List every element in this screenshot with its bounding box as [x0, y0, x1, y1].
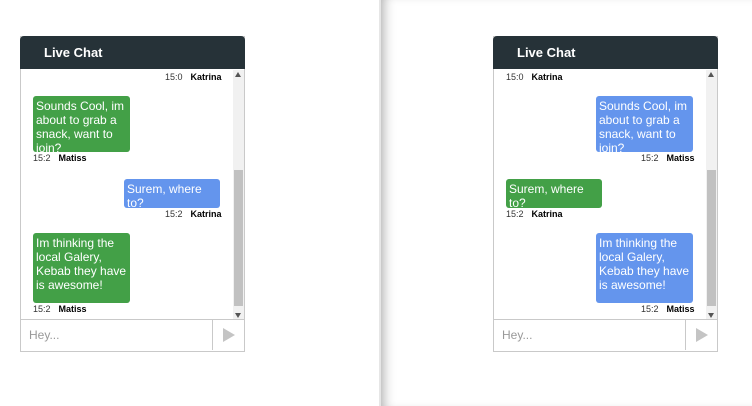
message-time: 15:0: [165, 72, 183, 82]
chat-title: Live Chat: [44, 45, 103, 60]
message-time: 15:2: [641, 153, 659, 163]
message-bubble-sent: Im thinking the local Galery, Kebab they…: [596, 233, 693, 303]
message-input[interactable]: [494, 320, 686, 350]
composer: [21, 319, 244, 351]
composer: [494, 319, 717, 351]
send-icon: [696, 328, 708, 342]
left-pane: Live Chat 15:0 Katrina Sounds Cool, im ab…: [0, 0, 379, 406]
message-sender: Katrina: [531, 209, 563, 219]
message-meta: 15:2 Katrina: [165, 209, 222, 219]
right-pane: Live Chat 15:0 Katrina Sounds Cool, im ab…: [381, 0, 752, 406]
message-bubble-received: Sounds Cool, im about to grab a snack, w…: [33, 96, 130, 155]
scroll-up-icon[interactable]: [708, 72, 714, 77]
message-sender: Matiss: [58, 304, 87, 314]
scroll-down-icon[interactable]: [235, 313, 241, 318]
scrollbar-thumb[interactable]: [234, 170, 243, 306]
message-meta: 15:0 Katrina: [506, 72, 563, 82]
chat-title: Live Chat: [517, 45, 576, 60]
send-icon: [223, 328, 235, 342]
scroll-down-icon[interactable]: [708, 313, 714, 318]
scroll-up-icon[interactable]: [235, 72, 241, 77]
message-sender: Matiss: [666, 304, 695, 314]
message-list[interactable]: 15:0 Katrina Sounds Cool, im about to gra…: [21, 70, 233, 321]
message-sender: Katrina: [531, 72, 563, 82]
message-meta: 15:2 Katrina: [506, 209, 563, 219]
message-time: 15:2: [165, 209, 183, 219]
message-sender: Katrina: [190, 72, 222, 82]
message-sender: Matiss: [58, 153, 87, 163]
chat-widget-left: Live Chat 15:0 Katrina Sounds Cool, im ab…: [20, 36, 245, 352]
message-time: 15:2: [506, 209, 524, 219]
message-meta: 15:2 Matiss: [33, 304, 87, 314]
send-button[interactable]: [685, 320, 717, 350]
chat-header: Live Chat: [493, 36, 718, 69]
scrollbar[interactable]: [233, 70, 244, 321]
chat-widget-right: Live Chat 15:0 Katrina Sounds Cool, im ab…: [493, 36, 718, 352]
message-meta: 15:2 Matiss: [33, 153, 87, 163]
message-time: 15:2: [33, 153, 51, 163]
send-button[interactable]: [212, 320, 244, 350]
message-input[interactable]: [21, 320, 213, 350]
scrollbar-thumb[interactable]: [707, 170, 716, 306]
message-bubble-sent: Surem, where to?: [124, 179, 220, 210]
scrollbar[interactable]: [706, 70, 717, 321]
message-meta: 15:2 Matiss: [641, 153, 695, 163]
message-bubble-sent: Sounds Cool, im about to grab a snack, w…: [596, 96, 693, 155]
message-meta: 15:2 Matiss: [641, 304, 695, 314]
message-time: 15:2: [641, 304, 659, 314]
message-time: 15:2: [33, 304, 51, 314]
message-list[interactable]: 15:0 Katrina Sounds Cool, im about to gra…: [494, 70, 706, 321]
message-bubble-received: Surem, where to?: [506, 179, 602, 210]
message-time: 15:0: [506, 72, 524, 82]
message-sender: Matiss: [666, 153, 695, 163]
message-meta: 15:0 Katrina: [165, 72, 222, 82]
message-bubble-received: Im thinking the local Galery, Kebab they…: [33, 233, 130, 303]
message-sender: Katrina: [190, 209, 222, 219]
chat-header: Live Chat: [20, 36, 245, 69]
